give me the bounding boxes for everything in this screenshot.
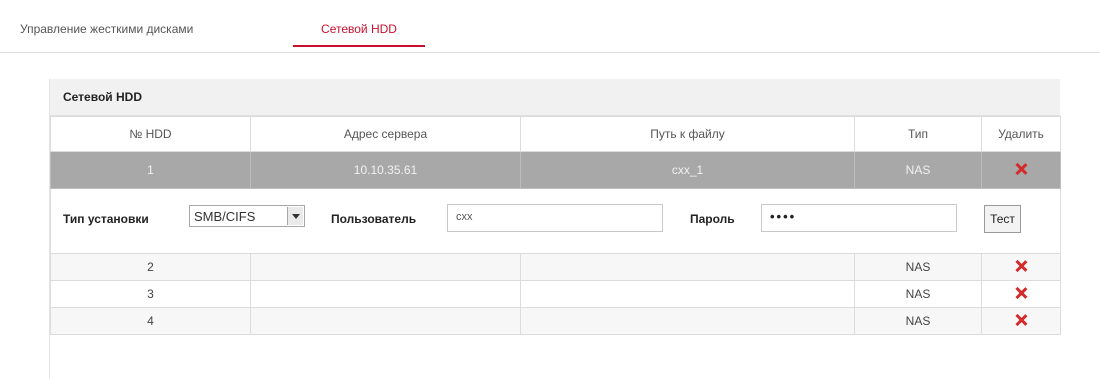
table-row[interactable]: 4 NAS bbox=[50, 307, 1061, 335]
panel-title: Сетевой HDD bbox=[50, 79, 1060, 116]
user-input[interactable]: cxx bbox=[447, 204, 663, 232]
cell-path bbox=[520, 307, 855, 335]
password-label: Пароль bbox=[690, 212, 735, 226]
col-header-path: Путь к файлу bbox=[520, 116, 855, 152]
cell-path: cxx_1 bbox=[520, 151, 855, 189]
col-header-delete: Удалить bbox=[981, 116, 1061, 152]
mount-type-label: Тип установки bbox=[63, 212, 149, 226]
detail-row: Тип установки SMB/CIFS Пользователь cxx … bbox=[50, 188, 1061, 254]
cell-server bbox=[250, 307, 521, 335]
mount-type-select[interactable]: SMB/CIFS bbox=[189, 205, 305, 227]
net-hdd-panel: Сетевой HDD № HDD Адрес сервера Путь к ф… bbox=[49, 79, 1061, 379]
net-hdd-table: № HDD Адрес сервера Путь к файлу Тип Уда… bbox=[50, 116, 1061, 335]
table-row-selected[interactable]: 1 10.10.35.61 cxx_1 NAS bbox=[50, 151, 1061, 189]
tab-hdd-management[interactable]: Управление жесткими дисками bbox=[20, 18, 193, 50]
table-header-row: № HDD Адрес сервера Путь к файлу Тип Уда… bbox=[50, 116, 1061, 152]
cell-number: 2 bbox=[50, 253, 251, 281]
mount-type-value: SMB/CIFS bbox=[194, 209, 256, 224]
cell-server bbox=[250, 280, 521, 308]
table-row[interactable]: 3 NAS bbox=[50, 280, 1061, 308]
cell-path bbox=[520, 280, 855, 308]
close-x-icon[interactable] bbox=[1015, 287, 1027, 299]
cell-type: NAS bbox=[854, 253, 982, 281]
cell-type: NAS bbox=[854, 280, 982, 308]
col-header-type: Тип bbox=[854, 116, 982, 152]
cell-type: NAS bbox=[854, 307, 982, 335]
cell-number: 3 bbox=[50, 280, 251, 308]
tab-bar: Управление жесткими дисками Сетевой HDD bbox=[0, 0, 1100, 53]
chevron-down-icon[interactable] bbox=[287, 207, 303, 225]
cell-path bbox=[520, 253, 855, 281]
cell-delete bbox=[981, 253, 1061, 281]
user-label: Пользователь bbox=[331, 212, 417, 226]
cell-delete bbox=[981, 280, 1061, 308]
close-x-icon[interactable] bbox=[1015, 314, 1027, 326]
cell-server bbox=[250, 253, 521, 281]
test-button[interactable]: Тест bbox=[984, 205, 1021, 233]
col-header-number: № HDD bbox=[50, 116, 251, 152]
cell-number: 1 bbox=[50, 151, 251, 189]
close-x-icon[interactable] bbox=[1015, 260, 1027, 272]
col-header-server: Адрес сервера bbox=[250, 116, 521, 152]
cell-number: 4 bbox=[50, 307, 251, 335]
cell-server: 10.10.35.61 bbox=[250, 151, 521, 189]
cell-delete bbox=[981, 151, 1061, 189]
detail-form: Тип установки SMB/CIFS Пользователь cxx … bbox=[50, 188, 1061, 254]
password-input[interactable]: •••• bbox=[761, 204, 957, 232]
table-row[interactable]: 2 NAS bbox=[50, 253, 1061, 281]
cell-delete bbox=[981, 307, 1061, 335]
tab-net-hdd[interactable]: Сетевой HDD bbox=[293, 18, 425, 50]
close-x-icon[interactable] bbox=[1015, 163, 1027, 175]
cell-type: NAS bbox=[854, 151, 982, 189]
